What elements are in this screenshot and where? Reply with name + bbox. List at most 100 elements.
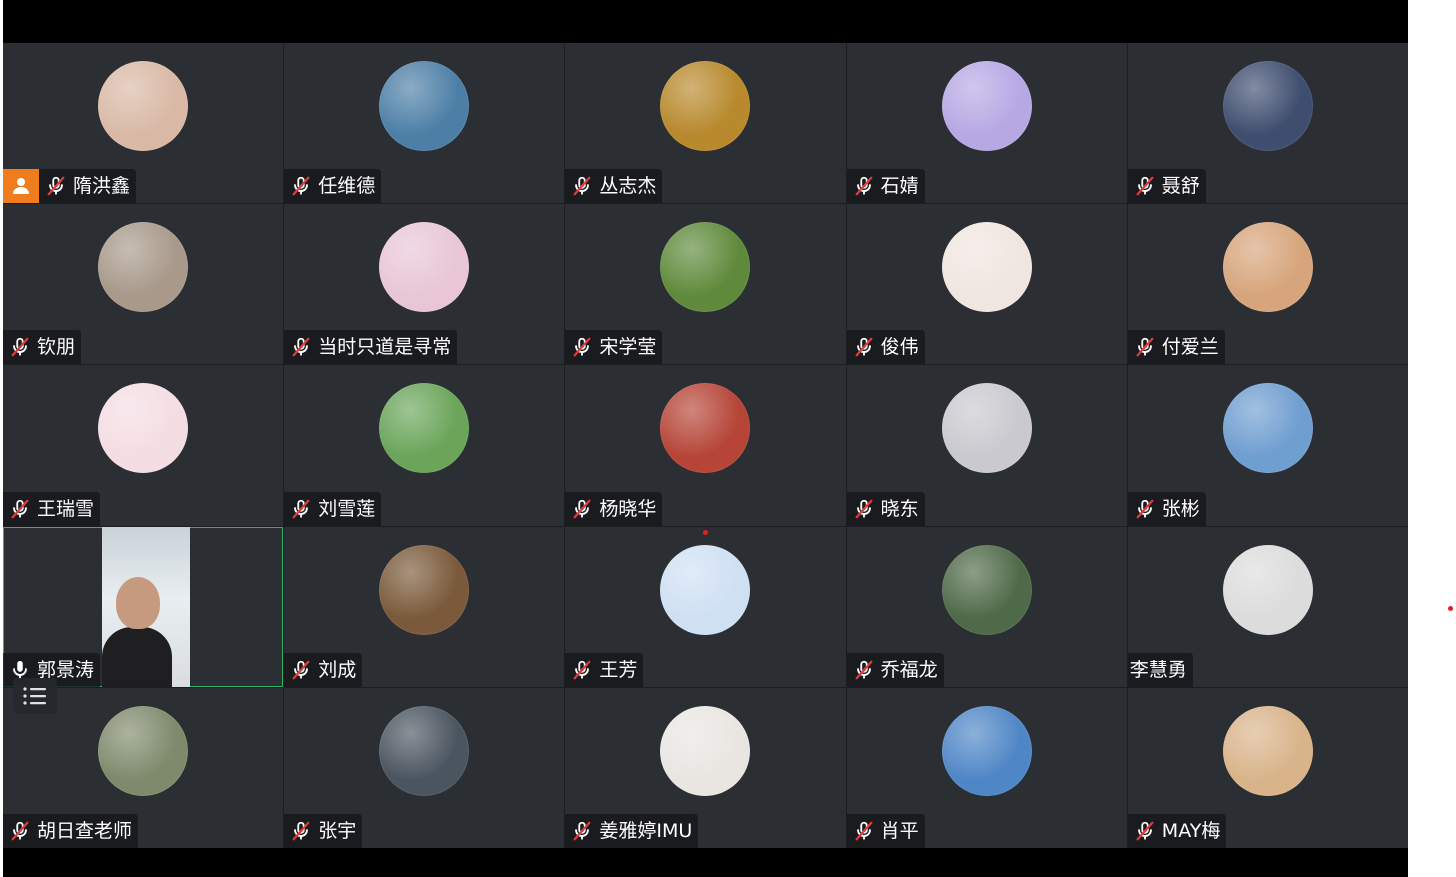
participant-tile[interactable]: 姜雅婷IMU: [565, 687, 846, 848]
name-tag: 王芳: [565, 652, 644, 687]
mic-muted-icon: [11, 338, 29, 357]
avatar: [941, 544, 1032, 635]
participant-tile[interactable]: 王芳: [565, 526, 846, 687]
participant-tile[interactable]: 丛志杰: [565, 43, 846, 204]
participant-tile[interactable]: 张宇: [284, 687, 565, 848]
mic-muted-icon: [573, 499, 591, 518]
name-tag: 俊伟: [846, 330, 925, 365]
participant-name: 隋洪鑫: [73, 175, 131, 198]
participant-name: 付爱兰: [1161, 336, 1219, 359]
avatar: [1222, 544, 1313, 635]
participant-tile[interactable]: 刘雪莲: [284, 365, 565, 526]
name-tag: 石婧: [846, 169, 925, 204]
avatar: [379, 383, 470, 474]
avatar: [98, 61, 189, 151]
avatar: [98, 705, 189, 796]
participant-tile[interactable]: 晓东: [846, 365, 1127, 526]
mic-muted-icon: [292, 660, 310, 680]
participant-tile[interactable]: 钦朋: [3, 204, 284, 365]
mic-muted-icon: [1136, 499, 1154, 518]
participant-name: 丛志杰: [599, 175, 657, 198]
list-icon: [23, 687, 46, 705]
name-tag: MAY梅: [1127, 813, 1227, 848]
participant-name: 张宇: [318, 819, 357, 842]
participant-name: 李慧勇: [1129, 658, 1187, 681]
participant-list-button[interactable]: [13, 678, 57, 714]
host-icon: [13, 178, 29, 195]
avatar: [660, 383, 751, 474]
participant-name: 当时只道是寻常: [318, 336, 452, 359]
participant-name: 胡日查老师: [37, 819, 133, 842]
avatar: [941, 383, 1032, 474]
name-tag: 张宇: [284, 813, 363, 848]
participant-name: 任维德: [318, 175, 376, 198]
participant-name: 俊伟: [880, 336, 919, 359]
avatar: [379, 705, 470, 796]
avatar: [1222, 705, 1313, 796]
name-tag: 乔福龙: [846, 652, 944, 687]
participant-tile[interactable]: 隋洪鑫: [3, 43, 284, 204]
mic-muted-icon: [855, 660, 873, 680]
avatar: [660, 61, 751, 151]
name-tag: 胡日查老师: [3, 813, 139, 848]
participant-name: 王瑞雪: [37, 497, 95, 520]
name-tag: 丛志杰: [565, 169, 663, 204]
participant-name: 聂舒: [1161, 175, 1200, 198]
participant-tile[interactable]: 杨晓华: [565, 365, 846, 526]
video-feed: [102, 526, 190, 687]
avatar: [1222, 61, 1313, 151]
name-tag: 当时只道是寻常: [284, 330, 458, 365]
mic-muted-icon: [47, 176, 65, 196]
participant-name: MAY梅: [1161, 819, 1221, 842]
name-tag: 隋洪鑫: [3, 169, 137, 204]
participant-tile[interactable]: 付爱兰: [1127, 204, 1408, 365]
participant-tile[interactable]: 肖平: [846, 687, 1127, 848]
avatar: [379, 544, 470, 635]
participant-tile[interactable]: 宋学莹: [565, 204, 846, 365]
mic-muted-icon: [292, 338, 310, 357]
mic-muted-icon: [573, 821, 591, 841]
participant-name: 杨晓华: [599, 497, 657, 520]
name-tag: 宋学莹: [565, 330, 663, 365]
participant-tile[interactable]: 刘成: [284, 526, 565, 687]
name-tag: 李慧勇: [1127, 652, 1193, 687]
avatar: [660, 222, 751, 313]
participant-tile[interactable]: 乔福龙: [846, 526, 1127, 687]
name-tag: 姜雅婷IMU: [565, 813, 699, 848]
participant-tile[interactable]: 王瑞雪: [3, 365, 284, 526]
avatar: [1222, 222, 1313, 313]
name-tag: 王瑞雪: [3, 491, 101, 526]
participant-name: 肖平: [880, 819, 919, 842]
name-tag: 钦朋: [3, 330, 82, 365]
mic-muted-icon: [855, 821, 873, 841]
avatar: [98, 222, 189, 313]
avatar: [660, 705, 751, 796]
participant-name: 钦朋: [37, 336, 76, 359]
participant-tile[interactable]: 郭景涛: [3, 526, 284, 687]
participant-tile[interactable]: 当时只道是寻常: [284, 204, 565, 365]
participant-tile[interactable]: MAY梅: [1127, 687, 1408, 848]
participant-tile[interactable]: 张彬: [1127, 365, 1408, 526]
participant-tile[interactable]: 聂舒: [1127, 43, 1408, 204]
participant-name: 姜雅婷IMU: [599, 819, 693, 842]
name-tag: 张彬: [1127, 491, 1206, 526]
mic-muted-icon: [573, 338, 591, 357]
host-badge: [3, 169, 39, 204]
participant-tile[interactable]: 石婧: [846, 43, 1127, 204]
name-tag: 聂舒: [1127, 169, 1206, 204]
participant-name: 张彬: [1161, 497, 1200, 520]
participant-name: 宋学莹: [599, 336, 657, 359]
mic-muted-icon: [292, 499, 310, 518]
avatar: [1222, 383, 1313, 474]
avatar: [941, 705, 1032, 796]
mic-muted-icon: [1136, 338, 1154, 357]
participant-tile[interactable]: 李慧勇: [1127, 526, 1408, 687]
mic-muted-icon: [1136, 821, 1154, 841]
mic-muted-icon: [573, 176, 591, 196]
mic-muted-icon: [855, 499, 873, 518]
name-tag: 付爱兰: [1127, 330, 1225, 365]
participant-tile[interactable]: 俊伟: [846, 204, 1127, 365]
participant-tile[interactable]: 任维德: [284, 43, 565, 204]
mic-muted-icon: [1136, 176, 1154, 196]
name-tag: 肖平: [846, 813, 925, 848]
